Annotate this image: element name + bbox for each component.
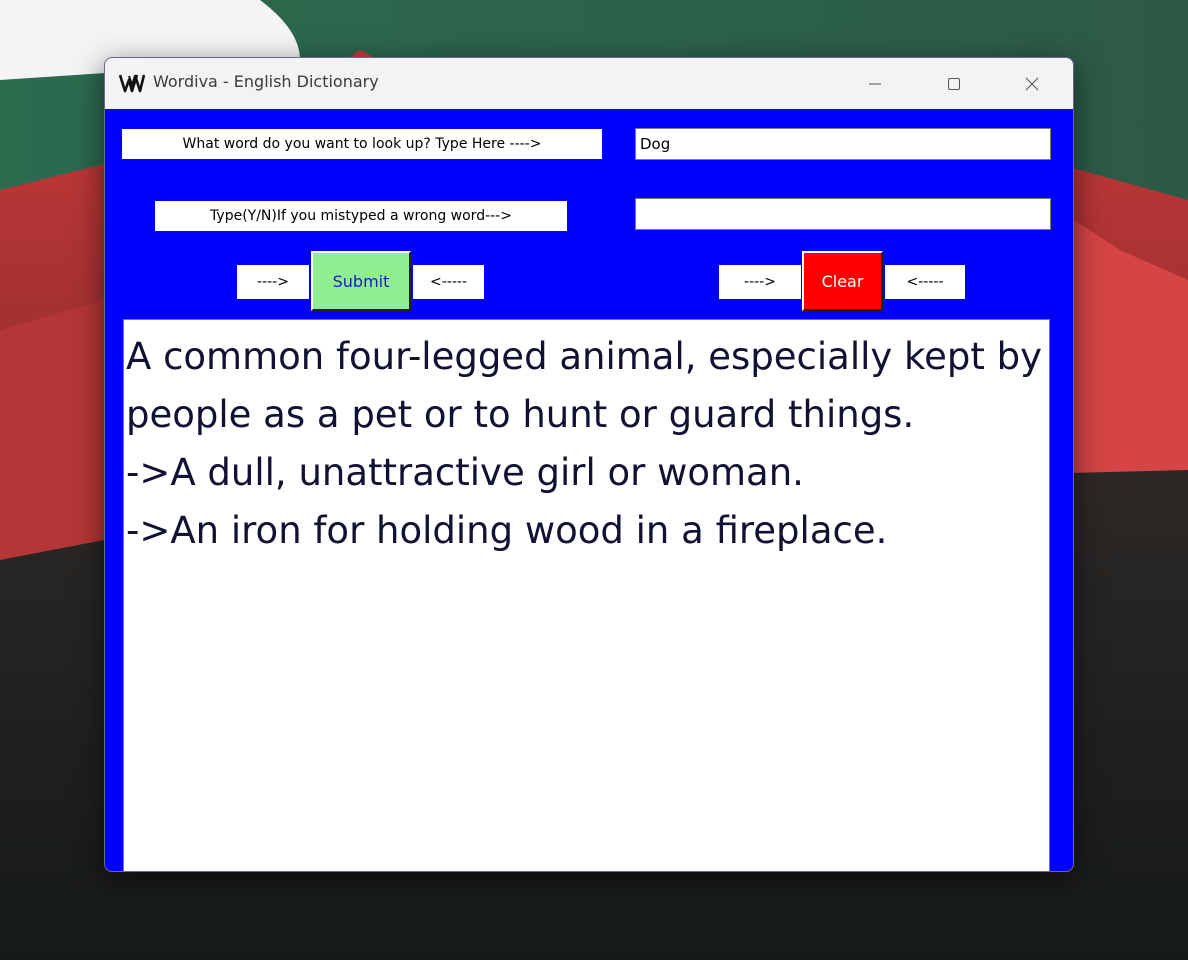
submit-button[interactable]: Submit [311,251,411,311]
definition-line: A common four-legged animal, especially … [126,335,1043,436]
maximize-button[interactable] [925,58,983,109]
mistype-confirm-input[interactable] [635,198,1051,230]
title-bar[interactable]: Wordiva - English Dictionary [105,58,1073,109]
definition-output-textbox[interactable]: A common four-legged animal, especially … [123,319,1050,871]
clear-left-arrow-label: ----> [719,265,801,299]
submit-left-arrow-label: ----> [237,265,309,299]
dictionary-window: Wordiva - English Dictionary What word d… [104,57,1074,872]
close-button[interactable] [1003,58,1061,109]
minimize-button[interactable] [846,58,904,109]
window-title: Wordiva - English Dictionary [153,72,379,91]
mistype-prompt-label: Type(Y/N)If you mistyped a wrong word---… [155,201,567,231]
maximize-icon [947,77,961,91]
word-prompt-label: What word do you want to look up? Type H… [122,129,602,159]
submit-right-arrow-label: <----- [413,265,484,299]
definition-line: ->An iron for holding wood in a fireplac… [126,509,888,552]
minimize-icon [868,77,882,91]
close-icon [1025,77,1039,91]
app-logo-icon [118,73,146,93]
word-input[interactable] [635,128,1051,160]
clear-right-arrow-label: <----- [885,265,965,299]
definition-line: ->A dull, unattractive girl or woman. [126,451,804,494]
clear-button[interactable]: Clear [802,251,883,311]
